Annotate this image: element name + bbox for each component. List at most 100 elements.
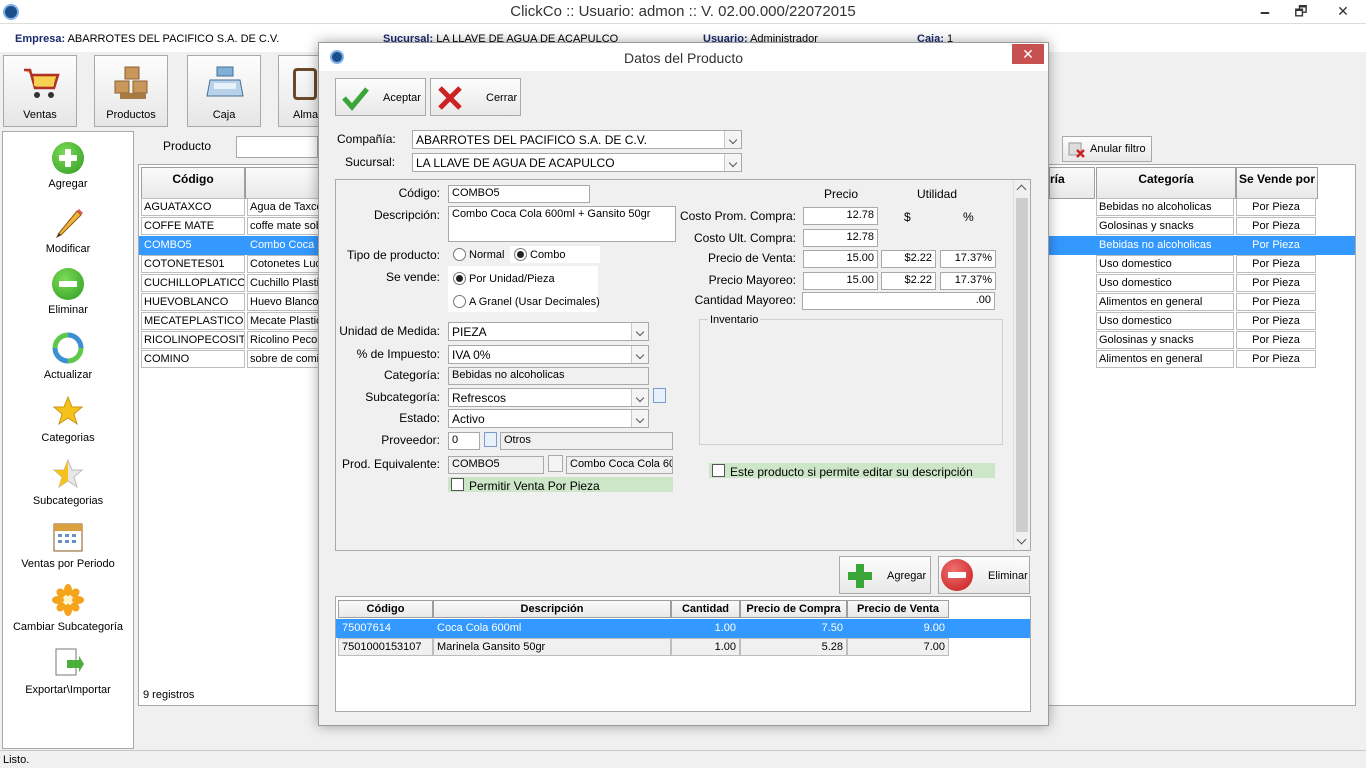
proveedor-id-field[interactable]: 0 xyxy=(448,432,480,450)
sidebar-item-agregar[interactable]: Agregar xyxy=(3,142,133,190)
sidebar-item-eliminar[interactable]: Eliminar xyxy=(3,268,133,316)
cell-venta: 7.00 xyxy=(847,638,949,656)
cell-cat: Alimentos en general xyxy=(1096,293,1234,311)
sidebar-item-categorias[interactable]: Categorias xyxy=(3,394,133,444)
cantidad-mayoreo-field[interactable]: .00 xyxy=(802,292,995,310)
proveedor-search-icon[interactable] xyxy=(484,432,497,447)
export-import-icon xyxy=(55,648,84,676)
permitir-venta-pieza-label: Permitir Venta Por Pieza xyxy=(469,479,600,493)
impuesto-select[interactable]: IVA 0% xyxy=(448,345,649,364)
aceptar-button[interactable]: Aceptar xyxy=(335,78,426,116)
minimize-button[interactable]: 🗕 xyxy=(1248,0,1282,22)
column-header-cantidad[interactable]: Cantidad xyxy=(671,600,740,618)
costo-ult-field[interactable]: 12.78 xyxy=(803,229,878,247)
prod-equivalente-search-icon[interactable] xyxy=(548,455,563,472)
cell-desc: Ricolino Pecosi xyxy=(247,331,319,349)
chevron-down-icon xyxy=(631,410,648,427)
prod-equivalente-label: Prod. Equivalente: xyxy=(341,457,440,471)
cell-codigo: CUCHILLOPLATICO4 xyxy=(141,274,245,292)
cell-cat: Bebidas no alcoholicas xyxy=(1096,198,1234,216)
categoria-field: Bebidas no alcoholicas xyxy=(448,367,649,385)
utilidad-pct-header: % xyxy=(963,210,974,224)
costo-prom-field[interactable]: 12.78 xyxy=(803,207,878,225)
agregar-componente-button[interactable]: Agregar xyxy=(839,556,931,594)
cell-codigo: COMBO5 xyxy=(141,236,245,254)
tipo-combo-radio[interactable] xyxy=(514,248,527,261)
cell-vende: Por Pieza xyxy=(1236,274,1316,292)
codigo-field[interactable]: COMBO5 xyxy=(448,185,590,203)
table-row[interactable]: 75007614 Coca Cola 600ml 1.00 7.50 9.00 xyxy=(336,619,1030,638)
precio-venta-field[interactable]: 15.00 xyxy=(803,250,878,268)
vertical-scrollbar[interactable] xyxy=(1013,180,1030,550)
subcategoria-info-icon[interactable] xyxy=(653,388,666,403)
dialog-close-button[interactable]: ✕ xyxy=(1012,44,1044,64)
editar-descripcion-label: Este producto si permite editar su descr… xyxy=(730,465,973,479)
codigo-label: Código: xyxy=(398,186,440,200)
productos-button[interactable]: Productos xyxy=(94,55,168,127)
sidebar-item-subcategorias[interactable]: Subcategorias xyxy=(3,457,133,507)
compania-label: Compañía: xyxy=(337,132,396,146)
unidad-medida-select[interactable]: PIEZA xyxy=(448,322,649,341)
sidebar-item-ventas-periodo[interactable]: Ventas por Periodo xyxy=(3,520,133,570)
pct-mayoreo-field[interactable]: 17.37% xyxy=(940,272,996,290)
descripcion-field[interactable]: Combo Coca Cola 600ml + Gansito 50gr xyxy=(448,206,676,242)
table-row[interactable]: 7501000153107 Marinela Gansito 50gr 1.00 5.… xyxy=(336,638,1030,657)
producto-search-input[interactable] xyxy=(236,136,318,158)
column-header-precio-venta[interactable]: Precio de Venta xyxy=(847,600,949,618)
close-button[interactable]: ✕ xyxy=(1320,0,1366,22)
proveedor-label: Proveedor: xyxy=(381,433,440,447)
utilidad-mayoreo-field[interactable]: $2.22 xyxy=(881,272,936,290)
eliminar-componente-button[interactable]: Eliminar xyxy=(938,556,1030,594)
vende-granel-radio[interactable] xyxy=(453,295,466,308)
cell-codigo: 75007614 xyxy=(338,619,433,637)
column-header-categoria[interactable]: Categoría xyxy=(1096,167,1236,199)
permitir-venta-pieza-checkbox[interactable] xyxy=(451,478,464,491)
cell-desc: Cuchillo Plastic xyxy=(247,274,319,292)
column-header-codigo[interactable]: Código xyxy=(141,167,245,199)
utilidad-venta-field[interactable]: $2.22 xyxy=(881,250,936,268)
editar-descripcion-checkbox[interactable] xyxy=(712,464,725,477)
sidebar-item-exportar-importar[interactable]: Exportar\Importar xyxy=(3,646,133,696)
sidebar-item-actualizar[interactable]: Actualizar xyxy=(3,331,133,381)
sucursal-select[interactable]: LA LLAVE DE AGUA DE ACAPULCO xyxy=(412,153,742,172)
vende-pieza-radio[interactable] xyxy=(453,272,466,285)
anular-filtro-button[interactable]: Anular filtro xyxy=(1062,136,1152,162)
ventas-button[interactable]: Ventas xyxy=(3,55,77,127)
tipo-normal-radio[interactable] xyxy=(453,248,466,261)
caja-button[interactable]: Caja xyxy=(187,55,261,127)
cell-cat: Golosinas y snacks xyxy=(1096,331,1234,349)
maximize-button[interactable]: 🗗 xyxy=(1284,0,1318,22)
subcategoria-select[interactable]: Refrescos xyxy=(448,388,649,407)
cell-desc: coffe mate sob xyxy=(247,217,319,235)
sidebar-item-cambiar-subcategoria[interactable]: Cambiar Subcategoría xyxy=(3,583,133,633)
pct-venta-field[interactable]: 17.37% xyxy=(940,250,996,268)
chevron-down-icon xyxy=(631,389,648,406)
scrollbar-thumb[interactable] xyxy=(1016,198,1028,532)
column-header-descripcion[interactable] xyxy=(245,167,319,199)
add-icon xyxy=(52,142,84,174)
column-header-codigo[interactable]: Código xyxy=(338,600,433,618)
scroll-down-icon[interactable] xyxy=(1016,534,1027,545)
cell-codigo: HUEVOBLANCO xyxy=(141,293,245,311)
almacen-button[interactable]: Alma xyxy=(278,55,320,127)
pencil-icon xyxy=(55,209,83,239)
precio-venta-label: Precio de Venta: xyxy=(707,251,796,265)
scroll-up-icon[interactable] xyxy=(1016,184,1027,195)
inventario-group: Inventario xyxy=(699,314,1003,445)
compania-select[interactable]: ABARROTES DEL PACIFICO S.A. DE C.V. xyxy=(412,130,742,149)
precio-mayoreo-field[interactable]: 15.00 xyxy=(803,272,878,290)
x-icon xyxy=(438,86,462,110)
cell-cat: Golosinas y snacks xyxy=(1096,217,1234,235)
remove-icon xyxy=(52,268,84,300)
estado-select[interactable]: Activo xyxy=(448,409,649,428)
column-header-precio-compra[interactable]: Precio de Compra xyxy=(740,600,847,618)
prod-equivalente-code: COMBO5 xyxy=(448,456,544,474)
column-header-descripcion[interactable]: Descripción xyxy=(433,600,671,618)
estado-label: Estado: xyxy=(399,411,440,425)
column-header-se-vende-por[interactable]: Se Vende por xyxy=(1236,167,1318,199)
cell-desc: sobre de comin xyxy=(247,350,319,368)
cerrar-button[interactable]: Cerrar xyxy=(430,78,521,116)
column-header-partial[interactable]: ría xyxy=(1049,167,1095,199)
cell-vende: Por Pieza xyxy=(1236,255,1316,273)
sidebar-item-modificar[interactable]: Modificar xyxy=(3,205,133,255)
